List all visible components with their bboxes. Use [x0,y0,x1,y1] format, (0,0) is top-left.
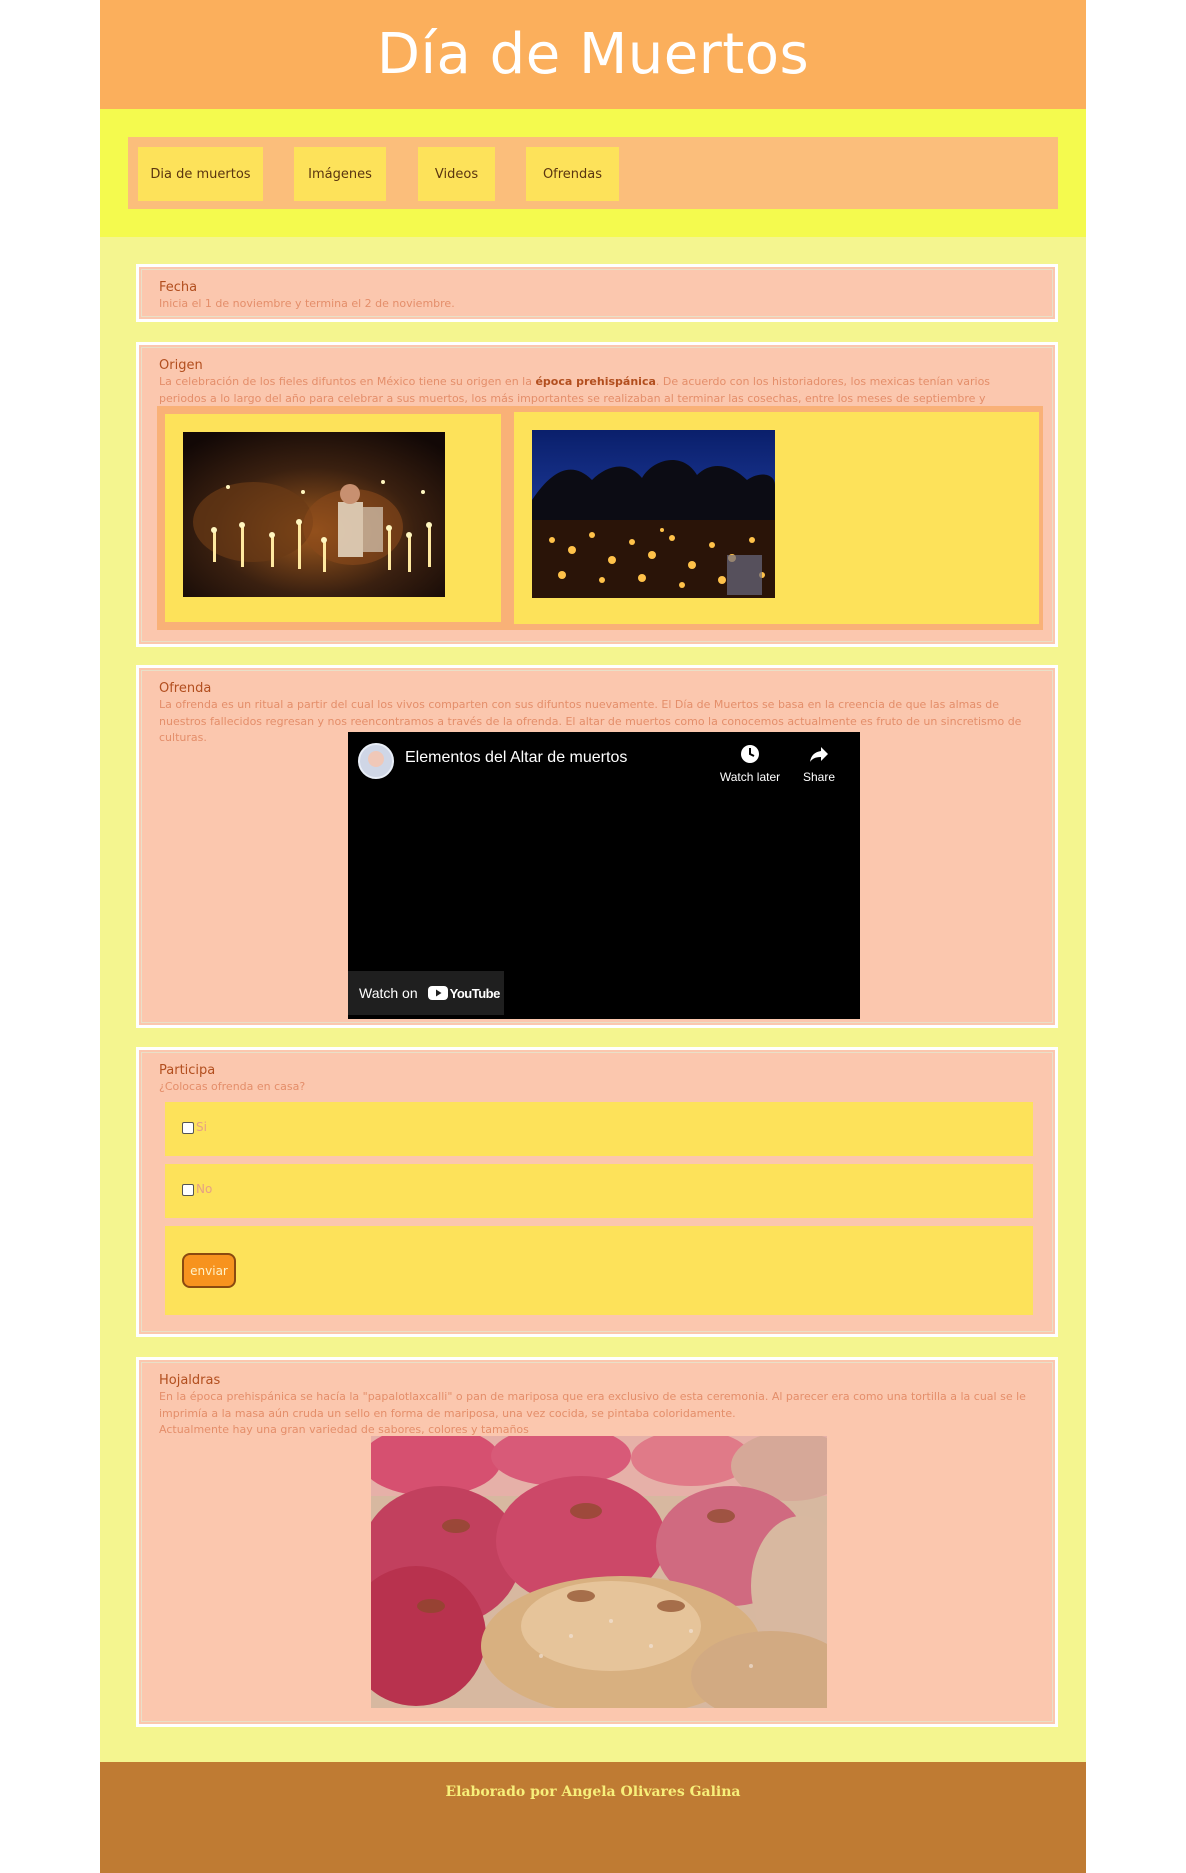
nav-item-dia-de-muertos[interactable]: Dia de muertos [138,147,263,201]
option-label: No [196,1182,213,1196]
nav-band: Dia de muertos Imágenes Videos Ofrendas [100,109,1086,237]
section-fecha: Fecha Inicia el 1 de noviembre y termina… [136,264,1058,322]
watch-on-youtube-button[interactable]: Watch on YouTube [348,971,504,1015]
gallery [157,406,1043,630]
option-no[interactable]: No [182,1182,212,1196]
section-question: ¿Colocas ofrenda en casa? [159,1080,306,1093]
submit-button[interactable]: enviar [182,1253,236,1288]
nav-item-videos[interactable]: Videos [418,147,495,201]
footer-credit: Elaborado por Angela Olivares Galina [445,1784,741,1800]
section-title: Ofrenda [159,681,212,696]
submit-row: enviar [165,1226,1033,1315]
section-text: Inicia el 1 de noviembre y termina el 2 … [159,297,455,310]
watch-later-button[interactable]: Watch later [710,744,790,784]
page: Día de Muertos Dia de muertos Imágenes V… [100,0,1086,1873]
photo-card [165,414,501,622]
watch-later-label: Watch later [719,770,781,784]
nav-item-ofrendas[interactable]: Ofrendas [526,147,619,201]
clock-icon [741,745,759,763]
youtube-embed[interactable]: Elementos del Altar de muertos Watch lat… [348,732,860,1019]
share-label: Share [802,770,836,784]
section-text: En la época prehispánica se hacía la "pa… [159,1389,1039,1439]
watch-on-label: Watch on [359,985,418,1001]
page-title: Día de Muertos [376,22,810,87]
section-origen: Origen La celebración de los fieles difu… [136,342,1058,647]
youtube-logo-icon [427,986,448,1000]
text-part: La celebración de los fieles difuntos en… [159,375,536,388]
pan-de-muerto-photo [371,1436,827,1708]
section-hojaldras: Hojaldras En la época prehispánica se ha… [136,1357,1058,1727]
site-header: Día de Muertos [100,0,1086,109]
photo-card [514,412,1039,624]
checkbox-no[interactable] [182,1183,194,1196]
section-ofrenda: Ofrenda La ofrenda es un ritual a partir… [136,665,1058,1028]
section-participa: Participa ¿Colocas ofrenda en casa? Si N… [136,1047,1058,1337]
paragraph: En la época prehispánica se hacía la "pa… [159,1390,1026,1420]
share-button[interactable]: Share [794,744,844,784]
highlight-text: época prehispánica [535,375,656,388]
night-cemetery-photo [532,430,775,598]
nav-item-imagenes[interactable]: Imágenes [294,147,386,201]
option-label: Si [196,1120,207,1134]
site-footer: Elaborado por Angela Olivares Galina [100,1762,1086,1873]
video-title[interactable]: Elementos del Altar de muertos [405,749,627,767]
option-si[interactable]: Si [182,1120,207,1134]
youtube-brand: YouTube [449,985,501,1001]
share-icon [810,747,828,762]
section-title: Fecha [159,280,198,295]
channel-avatar[interactable] [358,743,394,779]
cemetery-candles-photo [183,432,445,597]
section-title: Hojaldras [159,1373,221,1388]
section-title: Participa [159,1063,216,1078]
nav-bar: Dia de muertos Imágenes Videos Ofrendas [128,137,1058,209]
section-title: Origen [159,358,203,373]
checkbox-si[interactable] [182,1121,194,1134]
avatar-face [368,751,384,767]
option-no-row[interactable]: No [165,1164,1033,1218]
option-si-row[interactable]: Si [165,1102,1033,1156]
